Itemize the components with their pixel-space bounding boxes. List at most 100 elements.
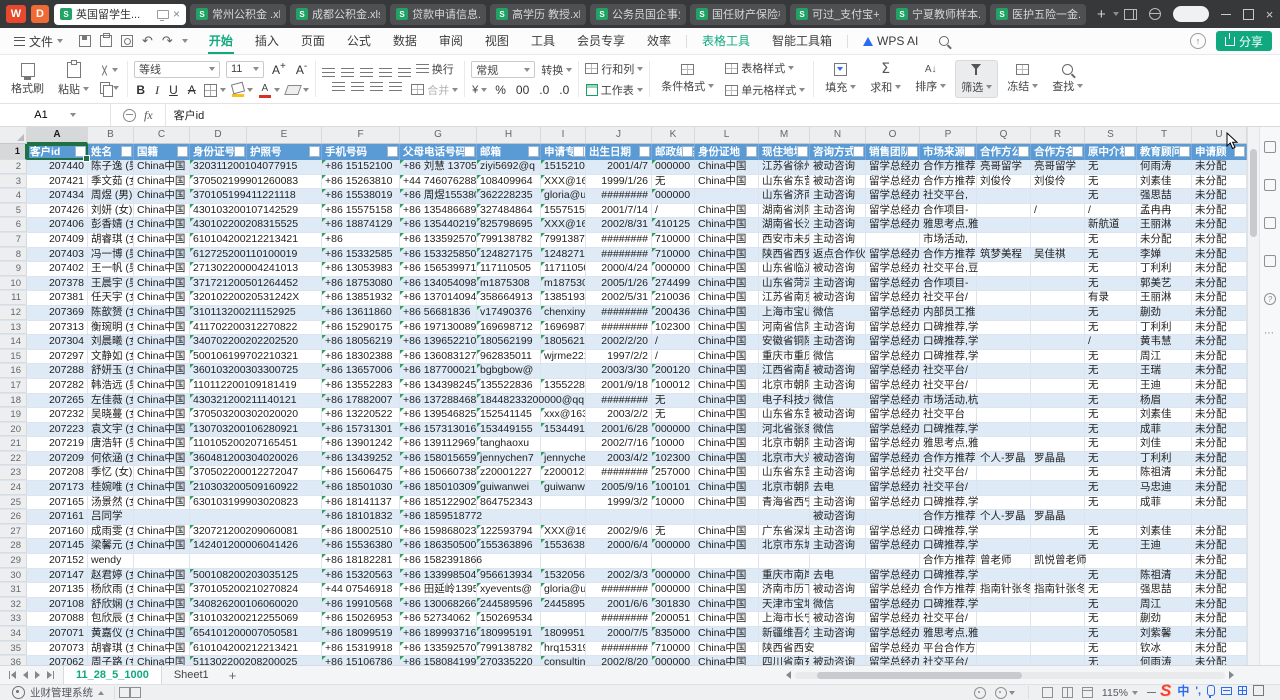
cell[interactable]: 799138782 [541, 233, 586, 247]
cell[interactable] [477, 510, 541, 524]
column-header-R[interactable]: R [1031, 127, 1085, 144]
cell[interactable]: 成菲 [1137, 496, 1192, 510]
cell[interactable]: 汤景然 (女 [88, 496, 134, 510]
vertical-scrollbar-thumb[interactable] [1250, 149, 1257, 237]
cell[interactable]: 留学总经办 [866, 583, 920, 597]
row-number[interactable]: 24 [0, 481, 27, 495]
column-header-M[interactable]: M [759, 127, 810, 144]
page-layout-view-icon[interactable] [1062, 687, 1073, 698]
layout-status-icon[interactable] [130, 687, 141, 698]
next-sheet-icon[interactable] [35, 671, 40, 679]
filter-dropdown-icon[interactable] [309, 146, 320, 157]
header-cell[interactable]: 邮政编码 [652, 144, 695, 160]
cell[interactable]: 吴佳祺 [1031, 248, 1085, 262]
cell[interactable]: 山东省济南 [759, 189, 810, 203]
redo-icon[interactable]: ↷ [162, 33, 173, 49]
row-number[interactable]: 4 [0, 189, 27, 203]
cell[interactable]: jennychen7 [541, 452, 586, 466]
cell[interactable]: 207288 [27, 364, 88, 378]
cell[interactable]: 留学总经办 [866, 627, 920, 641]
cell[interactable]: 何雨涛 [1137, 656, 1192, 665]
cell[interactable]: 北京市大兴 [759, 452, 810, 466]
column-header-D[interactable]: D [190, 127, 247, 144]
document-tab[interactable]: S宁夏教师样本.xlsx [890, 4, 986, 25]
cell[interactable]: 370105199411221118 [190, 189, 322, 203]
cell[interactable]: China中国 [695, 306, 759, 320]
cell[interactable]: 主动咨询 [810, 437, 866, 451]
cell[interactable]: 124827175 [477, 248, 541, 262]
row-number[interactable]: 29 [0, 554, 27, 568]
cell[interactable] [1031, 627, 1085, 641]
cell[interactable]: 成菲 [1137, 423, 1192, 437]
cell[interactable] [134, 554, 190, 568]
clipboard-status-icon[interactable] [119, 687, 130, 698]
selection-mode-button[interactable] [995, 687, 1015, 699]
cell[interactable]: 未分配 [1192, 466, 1247, 480]
cell[interactable]: +86 18141137 [322, 496, 400, 510]
align-bottom-icon[interactable] [360, 68, 373, 77]
cell[interactable]: China中国 [695, 437, 759, 451]
cell[interactable]: +86 56681836 [400, 306, 477, 320]
cell[interactable]: 210303200509160922 [190, 481, 322, 495]
cell[interactable]: 未分配 [1192, 291, 1247, 305]
cell[interactable]: China中国 [134, 656, 190, 665]
clear-format-button[interactable] [286, 85, 309, 95]
cell[interactable]: 无 [1085, 496, 1137, 510]
filter-dropdown-icon[interactable] [682, 146, 693, 157]
cell[interactable]: 个人-罗晶 [977, 510, 1031, 524]
wrap-text-button[interactable]: 换行 [416, 61, 454, 77]
cell[interactable]: 2005/9/16 [586, 481, 652, 495]
header-cell[interactable]: 合作方名 [1031, 144, 1085, 160]
cell[interactable]: wendy [88, 554, 134, 568]
cell[interactable]: 何依涵 (女 [88, 452, 134, 466]
cell[interactable]: 无 [1085, 321, 1137, 335]
cell[interactable]: 000000 [652, 569, 695, 583]
filter-button[interactable]: 筛选 [955, 60, 998, 98]
cell[interactable]: 2002/8/20 [586, 656, 652, 665]
cell[interactable]: China中国 [695, 204, 759, 218]
cell[interactable] [977, 496, 1031, 510]
cell[interactable]: 102300 [652, 321, 695, 335]
cell[interactable]: 吴晓蔓 (女 [88, 408, 134, 422]
cell[interactable]: 被动咨询 [810, 160, 866, 174]
cell[interactable]: 430103200107142529 [190, 204, 322, 218]
cell[interactable]: China中国 [695, 612, 759, 626]
cell[interactable]: 河北省张家 [759, 423, 810, 437]
cell[interactable]: 主动咨询 [810, 525, 866, 539]
cell[interactable]: +86 1354402198 [400, 218, 477, 232]
cell[interactable]: +86 18056219 [322, 335, 400, 349]
fill-color-button[interactable] [232, 83, 253, 97]
cell[interactable]: 207161 [27, 510, 88, 524]
cell[interactable] [586, 510, 652, 524]
cell[interactable] [1031, 656, 1085, 665]
cell[interactable]: 135522836 [541, 379, 586, 393]
cell[interactable]: 北京市东城 [759, 539, 810, 553]
header-cell[interactable]: 合作方公 [977, 144, 1031, 160]
row-number[interactable]: 10 [0, 277, 27, 291]
cell[interactable]: consultingx [541, 656, 586, 665]
cell[interactable]: 835000 [652, 627, 695, 641]
cell[interactable]: / [1085, 335, 1137, 349]
cell[interactable]: 刘紫馨 [1137, 627, 1192, 641]
cell[interactable]: 274499 [652, 277, 695, 291]
cell[interactable] [1031, 233, 1085, 247]
cell[interactable]: 内部员工推 [920, 306, 977, 320]
filter-dropdown-icon[interactable] [464, 146, 475, 157]
cell[interactable]: 北京市朝阳 [759, 379, 810, 393]
cell[interactable]: 207378 [27, 277, 88, 291]
cell[interactable]: 无 [1085, 277, 1137, 291]
cell[interactable]: China中国 [134, 262, 190, 276]
cell[interactable]: 平台合作方 [920, 642, 977, 656]
bold-button[interactable]: B [134, 83, 147, 97]
cell[interactable] [1031, 539, 1085, 553]
cell[interactable]: 207219 [27, 437, 88, 451]
zoom-out-formula-icon[interactable] [123, 109, 136, 122]
cell[interactable]: China中国 [134, 189, 190, 203]
cell[interactable]: 320311200104077915 [190, 160, 322, 174]
cell[interactable]: wjrme221@ [541, 350, 586, 364]
cell[interactable]: 被动咨询 [810, 175, 866, 189]
cell[interactable]: 留学总经办 [866, 466, 920, 480]
cell[interactable]: 207062 [27, 656, 88, 665]
cell[interactable]: 340826200106060020 [190, 598, 322, 612]
cell[interactable] [695, 189, 759, 203]
